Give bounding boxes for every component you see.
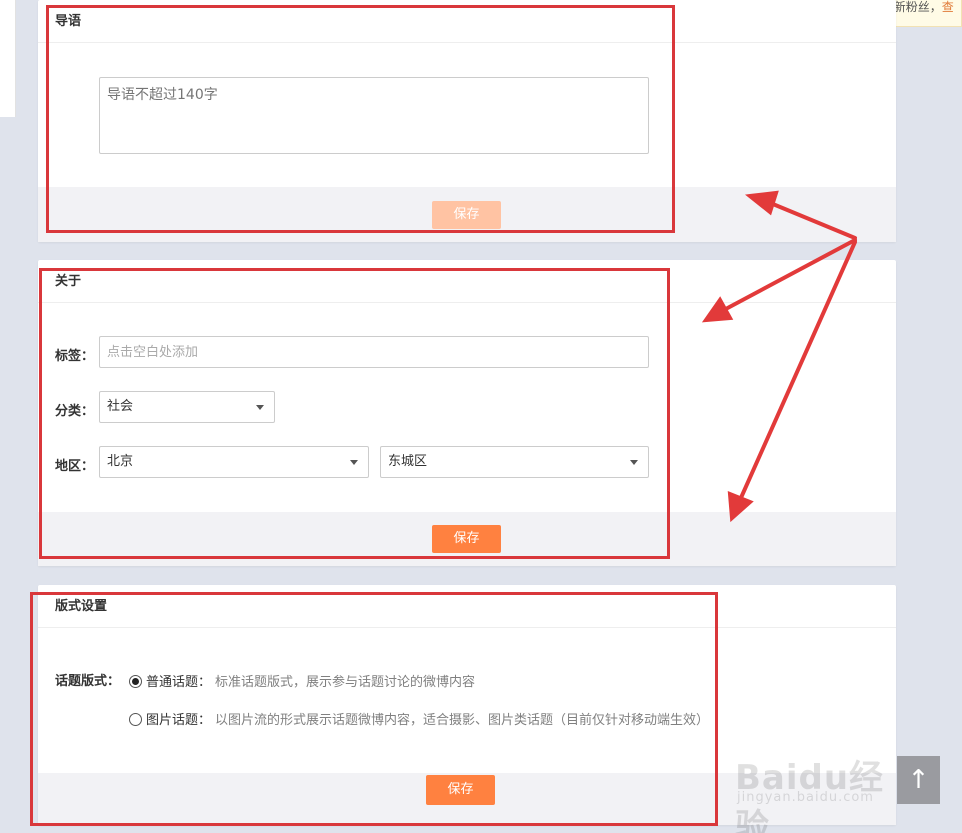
left-sidebar-edge [0,0,16,117]
radio-normal-label: 普通话题： [146,675,212,690]
format-label: 话题版式： [55,674,121,689]
layout-save-button[interactable]: 保存 [426,775,495,805]
scroll-top-button[interactable]: ↑ [897,756,940,804]
category-value: 社会 [107,399,134,414]
arrow-up-icon: ↑ [907,765,930,795]
region-label: 地区： [55,459,95,474]
tag-input[interactable] [99,336,649,368]
tag-label: 标签： [55,349,95,364]
layout-panel-title: 版式设置 [38,585,896,628]
radio-checked-icon[interactable] [129,675,142,688]
category-label: 分类： [55,404,95,419]
radio-image-label: 图片话题： [146,713,212,728]
district-value: 东城区 [388,454,428,469]
category-select[interactable]: 社会 [99,391,275,423]
province-value: 北京 [107,454,134,469]
radio-normal-desc: 标准话题版式，展示参与话题讨论的微博内容 [215,675,476,690]
about-save-button[interactable]: 保存 [432,525,501,553]
notification-link[interactable]: 查 [942,0,954,14]
chevron-down-icon [350,460,358,465]
intro-save-button[interactable]: 保存 [432,201,501,229]
radio-unchecked-icon[interactable] [129,713,142,726]
about-panel: 关于 标签： 分类： 社会 地区： 北京 东城区 保存 [38,260,896,566]
intro-panel-footer: 保存 [38,187,896,242]
radio-normal-topic[interactable]: 普通话题： 标准话题版式，展示参与话题讨论的微博内容 [129,671,475,690]
layout-panel-footer: 保存 [38,773,896,825]
radio-image-desc: 以图片流的形式展示话题微博内容，适合摄影、图片类话题（目前仅针对移动端生效） [215,713,710,728]
about-panel-footer: 保存 [38,512,896,566]
radio-image-topic[interactable]: 图片话题： 以图片流的形式展示话题微博内容，适合摄影、图片类话题（目前仅针对移动端… [129,709,709,728]
province-select[interactable]: 北京 [99,446,369,478]
chevron-down-icon [630,460,638,465]
intro-panel-title: 导语 [38,0,896,43]
intro-panel: 导语 保存 [38,0,896,242]
district-select[interactable]: 东城区 [380,446,649,478]
layout-panel: 版式设置 话题版式： 普通话题： 标准话题版式，展示参与话题讨论的微博内容 图片话… [38,585,896,825]
about-panel-title: 关于 [38,260,896,303]
chevron-down-icon [256,405,264,410]
intro-textarea[interactable] [99,77,649,154]
